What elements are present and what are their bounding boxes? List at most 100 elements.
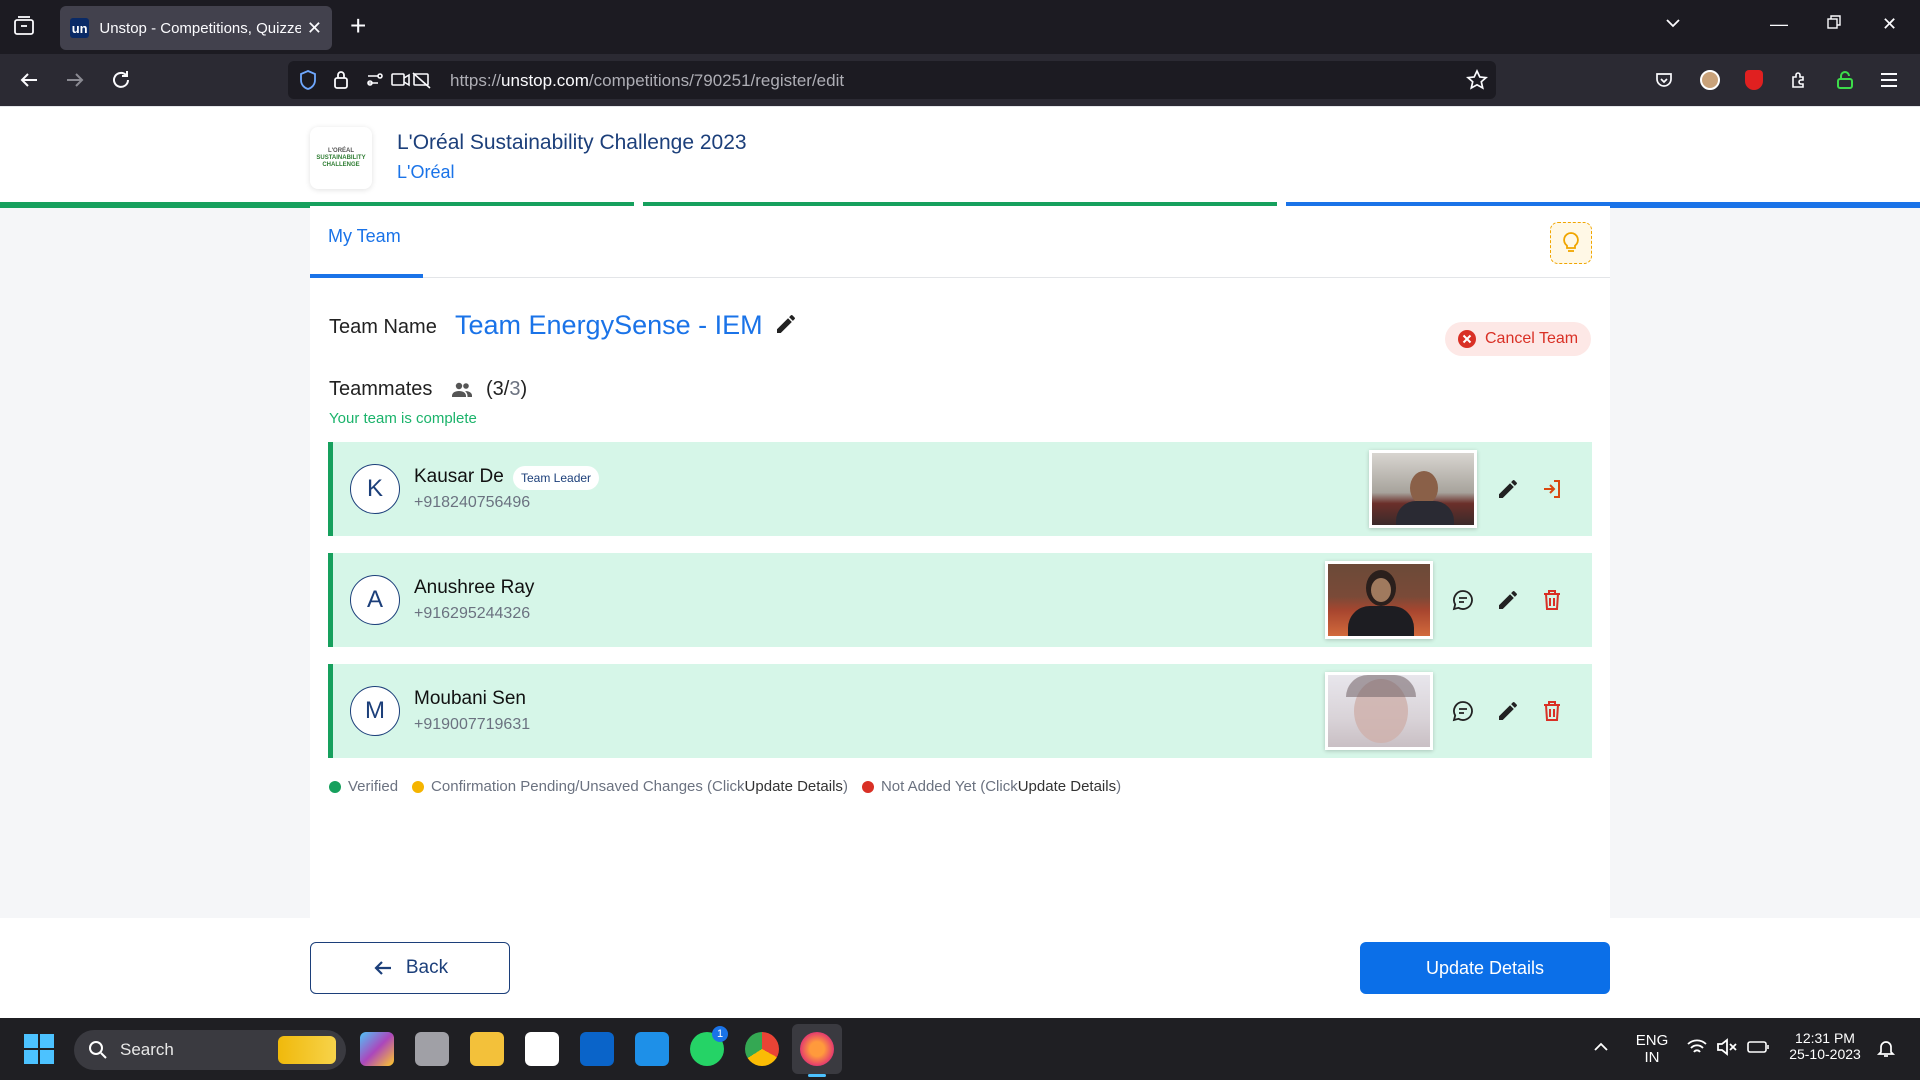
browser-tab-active[interactable]: un Unstop - Competitions, Quizzes ✕	[60, 6, 332, 50]
taskbar-search[interactable]: Search	[74, 1030, 346, 1070]
vscode-icon[interactable]	[635, 1032, 669, 1066]
forward-arrow-icon[interactable]	[62, 67, 88, 93]
tabs-row: My Team	[310, 206, 1610, 278]
ublock-extension-icon[interactable]	[1741, 67, 1767, 93]
page-content: L'ORÉAL SUSTAINABILITY CHALLENGE L'Oréal…	[0, 106, 1920, 1018]
pending-dot-icon	[412, 780, 425, 793]
teammate-photo	[1325, 561, 1433, 639]
chat-icon[interactable]	[1451, 699, 1477, 725]
language-indicator[interactable]: ENG IN	[1634, 1032, 1670, 1066]
avatar: K	[350, 464, 400, 514]
lightbulb-icon[interactable]	[1550, 222, 1592, 264]
firefox-icon[interactable]	[800, 1032, 834, 1066]
update-details-button[interactable]: Update Details	[1360, 942, 1610, 994]
chrome-icon[interactable]	[745, 1032, 779, 1066]
chat-icon[interactable]	[1451, 588, 1477, 614]
teammate-phone: +916295244326	[414, 605, 531, 622]
legend-verified: Verified	[329, 778, 398, 795]
windows-start-icon[interactable]	[24, 1034, 54, 1069]
status-legend: Verified Confirmation Pending/Unsaved Ch…	[329, 778, 1135, 795]
reload-icon[interactable]	[108, 67, 134, 93]
battery-icon[interactable]	[1746, 1038, 1770, 1061]
clock[interactable]: 12:31 PM 25-10-2023	[1782, 1030, 1868, 1062]
minimize-icon[interactable]: —	[1770, 14, 1788, 35]
teammate-row: K Kausar De Team Leader +918240756496	[328, 442, 1592, 536]
active-app-indicator	[808, 1074, 826, 1077]
back-arrow-icon[interactable]	[16, 67, 42, 93]
browser-navbar: https://unstop.com/competitions/790251/r…	[0, 54, 1920, 106]
delete-trash-icon[interactable]	[1540, 588, 1566, 614]
competition-logo: L'ORÉAL SUSTAINABILITY CHALLENGE	[310, 127, 372, 189]
permissions-icon[interactable]	[366, 70, 436, 95]
new-tab-icon[interactable]: +	[350, 12, 366, 40]
account-avatar-icon[interactable]	[1697, 67, 1723, 93]
legend-pending: Confirmation Pending/Unsaved Changes (Cl…	[412, 778, 848, 795]
team-name-value: Team EnergySense - IEM	[455, 310, 763, 340]
search-icon	[89, 1041, 107, 1059]
competition-header: L'ORÉAL SUSTAINABILITY CHALLENGE L'Oréal…	[0, 106, 1920, 208]
restore-icon[interactable]	[1826, 14, 1842, 35]
competition-organizer[interactable]: L'Oréal	[397, 162, 454, 183]
lock-icon[interactable]	[332, 69, 350, 96]
delete-trash-icon[interactable]	[1540, 699, 1566, 725]
team-leader-badge: Team Leader	[513, 466, 600, 490]
file-explorer-icon[interactable]	[470, 1032, 504, 1066]
teammate-phone: +918240756496	[414, 494, 531, 511]
whatsapp-icon[interactable]: 1	[690, 1026, 728, 1066]
teammate-photo	[1369, 450, 1477, 528]
teammates-label: Teammates	[329, 378, 433, 400]
tab-my-team[interactable]: My Team	[328, 226, 401, 247]
edit-pencil-icon[interactable]	[1496, 699, 1522, 725]
tab-close-icon[interactable]: ✕	[307, 18, 322, 39]
tracking-shield-icon[interactable]	[298, 69, 318, 96]
teammate-phone: +919007719631	[414, 716, 531, 733]
team-complete-status: Your team is complete	[329, 410, 477, 427]
teammate-row: M Moubani Sen +919007719631	[328, 664, 1592, 758]
edit-pencil-icon[interactable]	[1496, 588, 1522, 614]
not-added-dot-icon	[861, 780, 874, 793]
outlook-icon[interactable]	[580, 1032, 614, 1066]
cancel-circle-icon	[1458, 330, 1476, 348]
notifications-icon[interactable]	[1876, 1038, 1896, 1063]
url-bar[interactable]: https://unstop.com/competitions/790251/r…	[288, 61, 1496, 99]
wifi-icon[interactable]	[1686, 1038, 1708, 1061]
extensions-puzzle-icon[interactable]	[1786, 67, 1812, 93]
list-all-tabs-icon[interactable]	[1664, 14, 1682, 37]
cancel-team-label: Cancel Team	[1485, 330, 1579, 347]
legend-not-added: Not Added Yet (Click Update Details )	[861, 778, 1121, 795]
team-card: My Team Team Name Team EnergySense - IEM…	[310, 206, 1610, 1016]
browser-tabbar: un Unstop - Competitions, Quizzes ✕ + — …	[0, 0, 1920, 54]
people-icon	[450, 378, 474, 402]
pocket-icon[interactable]	[1651, 67, 1677, 93]
url-text: https://unstop.com/competitions/790251/r…	[450, 71, 845, 90]
teammate-photo	[1325, 672, 1433, 750]
back-button-label: Back	[405, 957, 449, 978]
close-window-icon[interactable]: ✕	[1882, 14, 1897, 35]
back-button[interactable]: Back	[310, 942, 510, 994]
edit-team-name-pencil-icon[interactable]	[774, 312, 798, 336]
microsoft-store-icon[interactable]	[525, 1032, 559, 1066]
tab-title: Unstop - Competitions, Quizzes	[99, 19, 301, 37]
left-arrow-icon	[374, 961, 391, 975]
vpn-lock-extension-icon[interactable]	[1832, 67, 1858, 93]
show-hidden-icons-icon[interactable]	[1592, 1038, 1610, 1061]
task-view-icon[interactable]	[415, 1032, 449, 1066]
volume-muted-icon[interactable]	[1716, 1038, 1738, 1061]
bookmark-star-icon[interactable]	[1465, 68, 1489, 96]
page-footer: Back Update Details	[0, 918, 1920, 1018]
copilot-icon[interactable]	[360, 1032, 394, 1066]
whatsapp-badge: 1	[712, 1026, 728, 1042]
tab-active-indicator	[310, 274, 423, 278]
cancel-team-button[interactable]: Cancel Team	[1445, 322, 1591, 356]
edit-pencil-icon[interactable]	[1496, 477, 1522, 503]
search-highlight-icon	[278, 1036, 336, 1064]
hamburger-menu-icon[interactable]	[1876, 67, 1902, 93]
tab-list-icon[interactable]	[12, 14, 38, 40]
teammate-row: A Anushree Ray +916295244326	[328, 553, 1592, 647]
leave-team-icon[interactable]	[1540, 477, 1566, 503]
avatar: A	[350, 575, 400, 625]
verified-dot-icon	[329, 780, 341, 793]
windows-taskbar: Search 1 ENG IN 12:31 PM 25-10-2023	[0, 1018, 1920, 1080]
teammates-count: (3/3)	[486, 378, 528, 400]
unstop-favicon-icon: un	[70, 18, 90, 38]
